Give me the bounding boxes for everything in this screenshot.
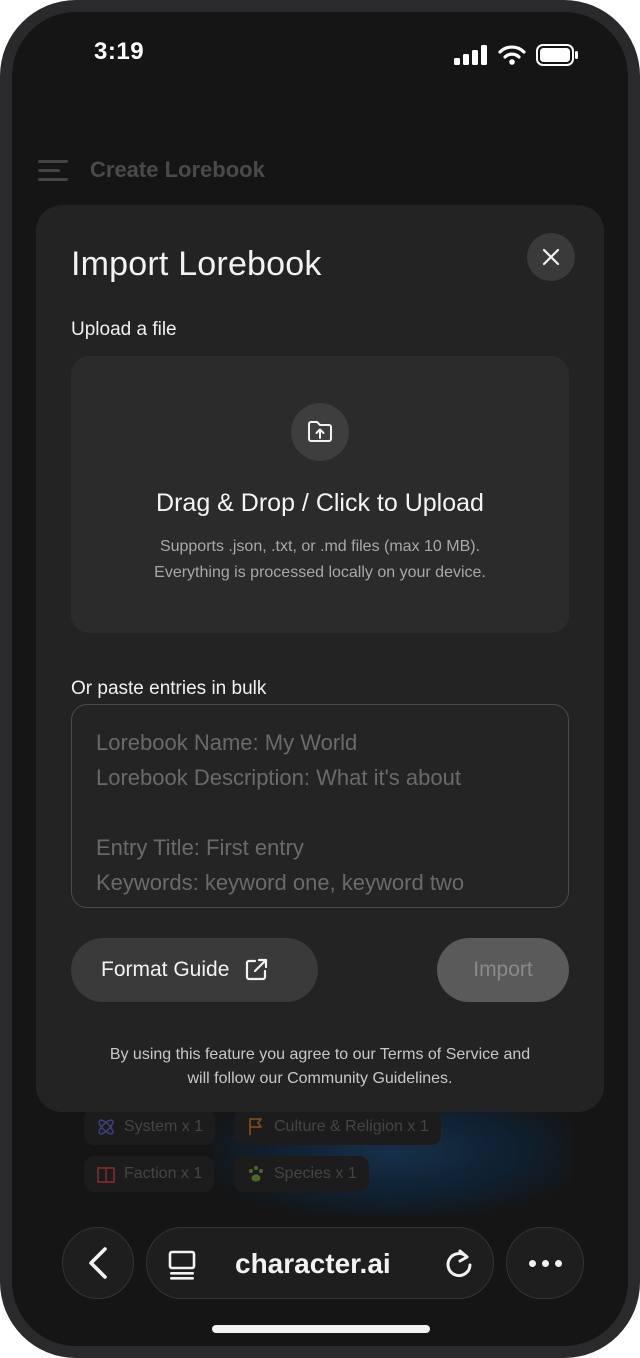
category-chip-system: System x 1 bbox=[84, 1109, 216, 1145]
placeholder-line: Lorebook Description: What it's about bbox=[96, 765, 461, 790]
close-icon bbox=[542, 248, 560, 266]
dropzone-subtitle: Supports .json, .txt, or .md files (max … bbox=[159, 538, 481, 555]
terms-text: By using this feature you agree to our T… bbox=[109, 1046, 531, 1063]
reload-icon[interactable] bbox=[443, 1248, 475, 1280]
external-link-icon bbox=[246, 958, 268, 981]
format-guide-label: Format Guide bbox=[101, 958, 230, 981]
back-button[interactable] bbox=[62, 1227, 134, 1299]
paw-icon bbox=[249, 1166, 263, 1182]
reader-mode-icon[interactable] bbox=[167, 1250, 197, 1280]
placeholder-line: Lorebook Name: My World bbox=[96, 730, 358, 755]
import-lorebook-modal: Import Lorebook Upload a file Drag & Dro… bbox=[36, 205, 604, 1112]
background-page-title: Create Lorebook bbox=[90, 157, 265, 182]
chip-label: Culture & Religion x 1 bbox=[274, 1118, 429, 1135]
import-button[interactable]: Import bbox=[437, 938, 569, 1002]
address-bar[interactable]: character.ai bbox=[146, 1227, 494, 1299]
phone-frame: 3:19 Create Lorebook System x 1 Culture … bbox=[0, 0, 640, 1358]
flag-icon bbox=[249, 1118, 262, 1135]
upload-label: Upload a file bbox=[71, 319, 177, 340]
bulk-label: Or paste entries in bulk bbox=[71, 678, 267, 699]
signal-icon bbox=[454, 45, 487, 65]
dropzone-title: Drag & Drop / Click to Upload bbox=[156, 489, 484, 517]
file-dropzone[interactable]: Drag & Drop / Click to Upload Supports .… bbox=[71, 356, 569, 633]
placeholder-line: Keywords: keyword one, keyword two bbox=[96, 870, 465, 895]
dropzone-subtitle: Everything is processed locally on your … bbox=[154, 564, 486, 581]
folder-upload-icon bbox=[308, 421, 332, 442]
chip-label: Faction x 1 bbox=[124, 1165, 203, 1182]
status-icons bbox=[454, 44, 578, 66]
menu-icon bbox=[38, 160, 68, 181]
status-time: 3:19 bbox=[94, 38, 145, 65]
battery-icon bbox=[536, 44, 578, 66]
chip-label: System x 1 bbox=[124, 1118, 204, 1135]
terms-text: will follow our Community Guidelines. bbox=[187, 1070, 453, 1087]
more-dot bbox=[554, 1259, 562, 1267]
chip-label: Species x 1 bbox=[274, 1165, 357, 1182]
home-indicator bbox=[212, 1325, 430, 1333]
upload-icon-badge bbox=[291, 403, 349, 461]
wifi-icon bbox=[498, 45, 526, 65]
chevron-left-icon bbox=[89, 1247, 107, 1279]
category-chip-culture: Culture & Religion x 1 bbox=[234, 1109, 441, 1145]
category-chip-species: Species x 1 bbox=[234, 1156, 369, 1192]
placeholder-line bbox=[96, 795, 544, 830]
more-options-button[interactable] bbox=[506, 1227, 584, 1299]
building-icon bbox=[97, 1167, 115, 1183]
screen: 3:19 Create Lorebook System x 1 Culture … bbox=[12, 12, 628, 1346]
modal-title: Import Lorebook bbox=[71, 245, 322, 283]
format-guide-button[interactable]: Format Guide bbox=[71, 938, 318, 1002]
atom-icon bbox=[98, 1119, 114, 1135]
background-header: Create Lorebook bbox=[38, 157, 265, 183]
more-dot bbox=[541, 1259, 549, 1267]
placeholder-line: Entry Title: First entry bbox=[96, 835, 304, 860]
url-text: character.ai bbox=[235, 1248, 391, 1279]
more-dot bbox=[528, 1259, 536, 1267]
close-button[interactable] bbox=[527, 233, 575, 281]
category-chip-faction: Faction x 1 bbox=[84, 1156, 215, 1192]
bulk-entries-textarea[interactable]: Lorebook Name: My World Lorebook Descrip… bbox=[71, 704, 569, 908]
